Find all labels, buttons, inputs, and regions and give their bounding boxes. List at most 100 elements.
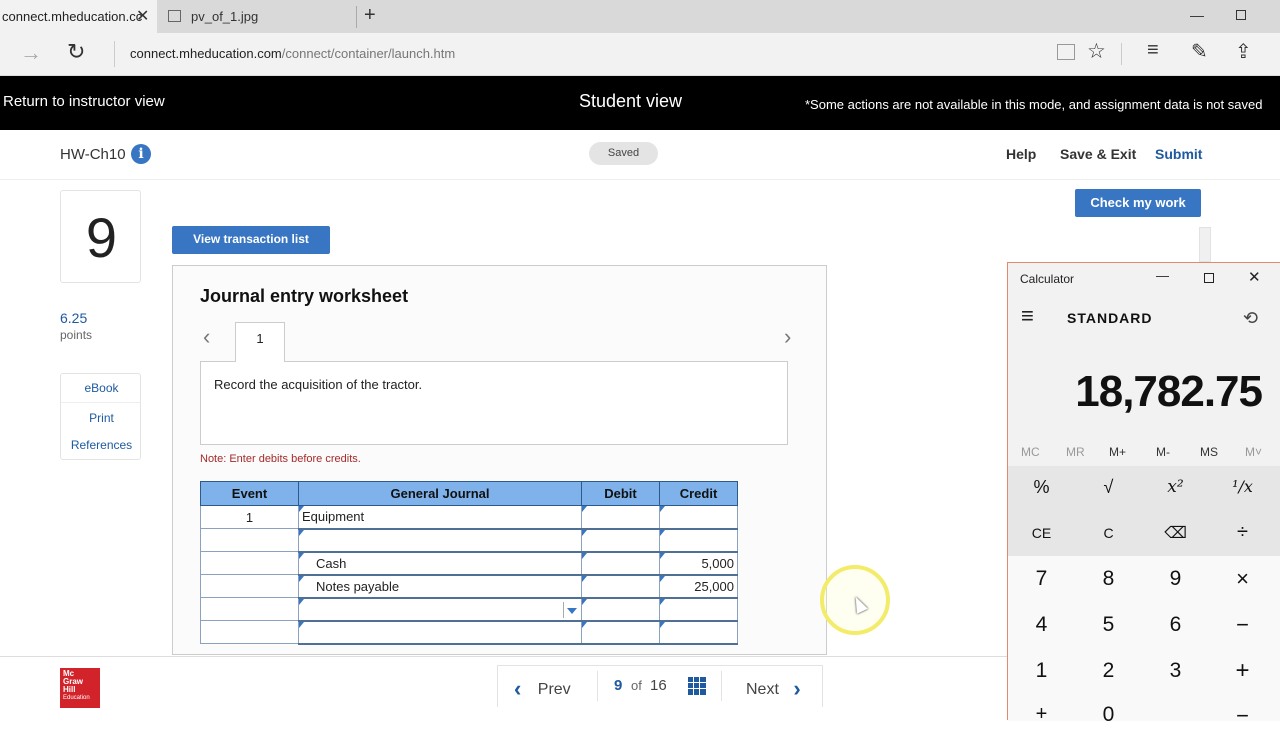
cell-marker: [299, 575, 304, 582]
browser-tab[interactable]: pv_of_1.jpg: [158, 0, 356, 33]
tab-close-icon[interactable]: ✕: [136, 0, 149, 33]
square-key[interactable]: x²: [1142, 477, 1209, 497]
memory-add-key[interactable]: M+: [1109, 445, 1126, 459]
check-my-work-button[interactable]: Check my work: [1075, 189, 1201, 217]
memory-list-key[interactable]: M˅: [1245, 445, 1262, 459]
equals-key[interactable]: −: [1209, 703, 1276, 729]
account-cell[interactable]: Equipment: [298, 505, 582, 530]
account-value: Equipment: [302, 509, 365, 525]
info-icon[interactable]: i: [131, 144, 151, 164]
credit-cell[interactable]: [659, 620, 738, 645]
sign-key[interactable]: +: [1008, 703, 1075, 726]
help-link[interactable]: Help: [1006, 146, 1036, 162]
hub-icon[interactable]: ≡: [1147, 39, 1159, 62]
account-cell[interactable]: [298, 528, 582, 553]
reading-view-icon[interactable]: [1057, 44, 1075, 60]
digit-5-key[interactable]: 5: [1075, 613, 1142, 637]
address-bar: → ↻ connect.mheducation.com/connect/cont…: [0, 33, 1280, 76]
memory-clear-key[interactable]: MC: [1021, 445, 1040, 459]
cell-marker: [660, 621, 665, 628]
saved-badge: Saved: [589, 142, 658, 165]
credit-cell[interactable]: [659, 528, 738, 553]
new-tab-plus-icon[interactable]: +: [364, 4, 376, 27]
cell-marker: [660, 506, 665, 512]
digit-3-key[interactable]: 3: [1142, 659, 1209, 683]
scrollbar-track[interactable]: [1199, 227, 1211, 262]
clear-entry-key[interactable]: CE: [1008, 525, 1075, 541]
total-questions: 16: [650, 677, 667, 694]
calc-maximize-icon[interactable]: [1204, 273, 1214, 283]
submit-link[interactable]: Submit: [1155, 146, 1202, 162]
account-cell[interactable]: Notes payable: [298, 574, 582, 599]
minimize-icon[interactable]: —: [1190, 7, 1204, 23]
digit-8-key[interactable]: 8: [1075, 567, 1142, 591]
memory-store-key[interactable]: MS: [1200, 445, 1218, 459]
favorite-star-icon[interactable]: ☆: [1087, 39, 1106, 64]
entry-tab-label: 1: [256, 331, 264, 346]
of-label: of: [631, 678, 642, 693]
debit-cell[interactable]: [581, 574, 660, 599]
entry-tab-1[interactable]: 1: [235, 322, 285, 362]
references-link[interactable]: References: [61, 438, 142, 452]
divide-key[interactable]: ÷: [1209, 521, 1276, 544]
multiply-key[interactable]: ×: [1209, 566, 1276, 592]
save-exit-link[interactable]: Save & Exit: [1060, 146, 1136, 162]
credit-cell[interactable]: 5,000: [659, 551, 738, 576]
memory-subtract-key[interactable]: M-: [1156, 445, 1170, 459]
subtract-key[interactable]: −: [1209, 612, 1276, 638]
credit-value: 5,000: [701, 555, 734, 571]
clear-key[interactable]: C: [1075, 525, 1142, 541]
digit-6-key[interactable]: 6: [1142, 613, 1209, 637]
credit-cell[interactable]: 25,000: [659, 574, 738, 599]
debit-cell[interactable]: [581, 528, 660, 553]
prev-button[interactable]: ‹ Prev: [514, 676, 571, 701]
history-icon[interactable]: ⟲: [1243, 308, 1258, 329]
restore-icon[interactable]: [1236, 10, 1246, 20]
next-entry-chevron-icon[interactable]: ›: [784, 324, 791, 350]
web-note-icon[interactable]: ✎: [1191, 39, 1208, 64]
calculator-window: Calculator — ✕ ≡ STANDARD ⟲ 18,782.75 MC…: [1007, 262, 1280, 728]
calc-minimize-icon[interactable]: —: [1156, 268, 1169, 283]
digit-4-key[interactable]: 4: [1008, 613, 1075, 637]
backspace-key[interactable]: ⌫: [1142, 523, 1209, 543]
hamburger-menu-icon[interactable]: ≡: [1021, 303, 1034, 329]
add-key[interactable]: +: [1209, 657, 1276, 685]
digit-9-key[interactable]: 9: [1142, 567, 1209, 591]
print-link[interactable]: Print: [61, 411, 142, 425]
sqrt-key[interactable]: √: [1075, 477, 1142, 498]
calc-close-icon[interactable]: ✕: [1248, 268, 1261, 286]
refresh-icon[interactable]: ↻: [67, 39, 85, 65]
memory-recall-key[interactable]: MR: [1066, 445, 1085, 459]
question-number: 9: [85, 206, 118, 269]
reciprocal-key[interactable]: ¹/x: [1209, 477, 1276, 496]
credit-cell[interactable]: [659, 505, 738, 530]
column-header-debit: Debit: [581, 481, 660, 506]
browser-tab-bar: connect.mheducation.cc ✕ pv_of_1.jpg + —: [0, 0, 1280, 33]
browser-tab-active[interactable]: connect.mheducation.cc ✕: [0, 0, 157, 33]
debit-cell[interactable]: [581, 597, 660, 622]
prev-entry-chevron-icon[interactable]: ‹: [203, 324, 210, 350]
url-field[interactable]: connect.mheducation.com/connect/containe…: [130, 46, 455, 61]
next-button[interactable]: Next ›: [746, 676, 801, 701]
digit-0-key[interactable]: 0: [1075, 703, 1142, 727]
ebook-link[interactable]: eBook: [61, 381, 142, 395]
credit-cell[interactable]: [659, 597, 738, 622]
return-instructor-link[interactable]: Return to instructor view: [3, 93, 165, 110]
view-transaction-list-button[interactable]: View transaction list: [172, 226, 330, 254]
account-cell[interactable]: [298, 620, 582, 645]
percent-key[interactable]: %: [1008, 477, 1075, 498]
account-dropdown[interactable]: [298, 597, 582, 622]
digit-2-key[interactable]: 2: [1075, 659, 1142, 683]
account-cell[interactable]: Cash: [298, 551, 582, 576]
digit-7-key[interactable]: 7: [1008, 567, 1075, 591]
forward-arrow-icon[interactable]: →: [20, 40, 42, 66]
dropdown-arrow-icon[interactable]: [567, 607, 577, 614]
debit-cell[interactable]: [581, 620, 660, 645]
cell-marker: [299, 598, 304, 605]
digit-1-key[interactable]: 1: [1008, 659, 1075, 683]
share-icon[interactable]: ⇪: [1235, 39, 1252, 64]
debit-cell[interactable]: [581, 505, 660, 530]
debit-cell[interactable]: [581, 551, 660, 576]
cell-marker: [582, 621, 587, 628]
question-grid-icon[interactable]: [688, 677, 706, 695]
